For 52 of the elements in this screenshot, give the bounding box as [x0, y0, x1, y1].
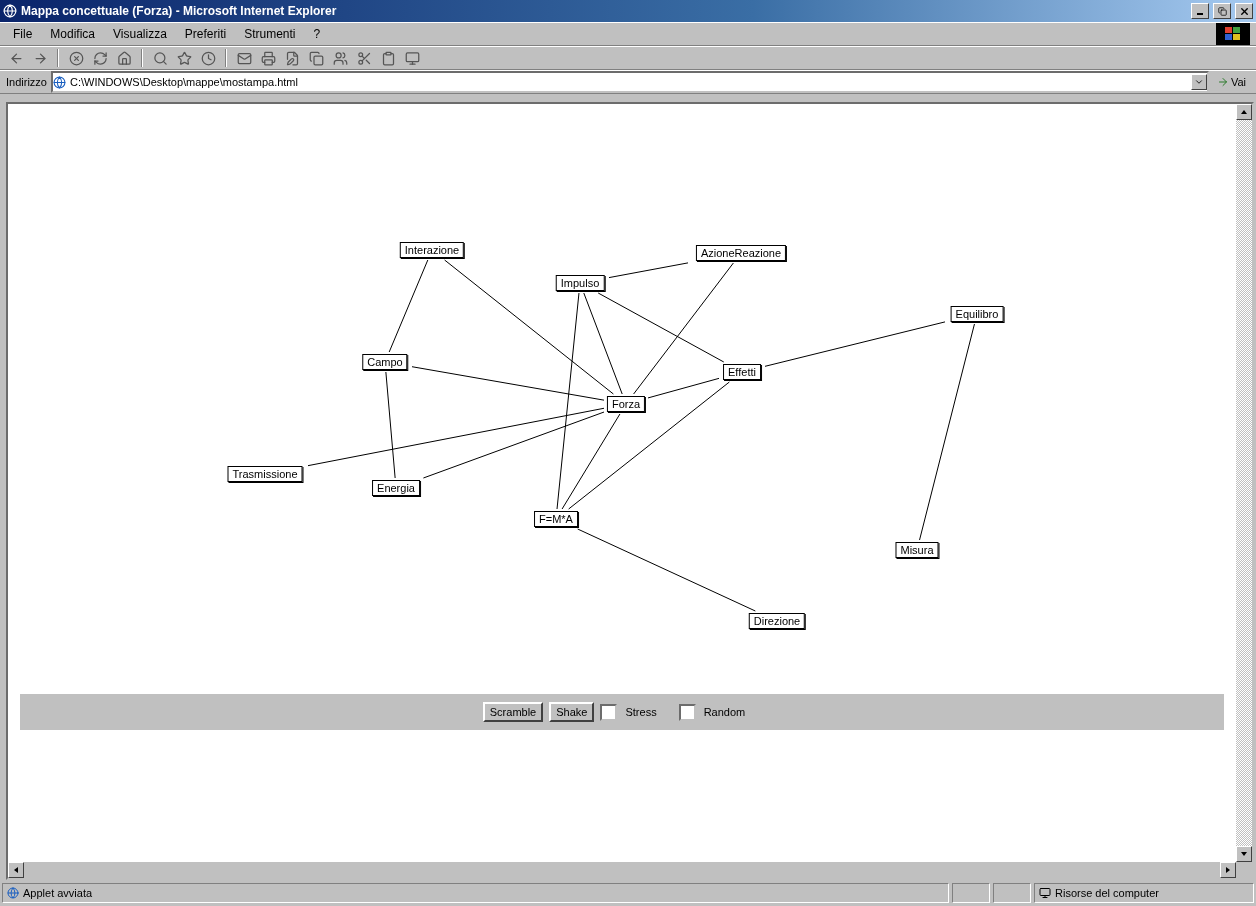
restore-button[interactable] — [1213, 3, 1231, 19]
status-zone: Risorse del computer — [1034, 883, 1254, 903]
menu-item[interactable]: ? — [306, 27, 328, 41]
browser-icon — [3, 4, 17, 18]
concept-node[interactable]: Misura — [895, 542, 939, 558]
window-title: Mappa concettuale (Forza) - Microsoft Internet Explorer — [21, 4, 338, 18]
status-panel — [993, 883, 1031, 903]
concept-node[interactable]: Trasmissione — [227, 466, 303, 482]
triangle-icon — [12, 866, 20, 874]
arrow-icon — [1216, 76, 1229, 88]
windows-logo — [1216, 23, 1250, 45]
go-button[interactable]: Vai — [1212, 76, 1250, 88]
menu-item[interactable]: Modifica — [43, 27, 103, 41]
page-icon — [52, 75, 66, 89]
concept-node[interactable]: AzioneReazione — [695, 245, 787, 261]
scroll-left-button[interactable] — [8, 862, 24, 878]
checkbox-label: Random — [703, 706, 746, 718]
restore-icon — [1217, 6, 1227, 16]
concept-node[interactable]: Direzione — [748, 613, 806, 629]
menu-item[interactable]: File — [6, 27, 40, 41]
close-icon — [1238, 5, 1250, 17]
checkbox[interactable] — [600, 703, 618, 721]
concept-node[interactable]: Interazione — [399, 242, 465, 258]
concept-node[interactable]: Effetti — [723, 364, 761, 380]
triangle-icon — [1240, 108, 1248, 116]
menu-item[interactable]: Strumenti — [237, 27, 303, 41]
menu-item[interactable]: Visualizza — [106, 27, 174, 41]
page-icon — [7, 887, 19, 899]
applet-button[interactable]: Shake — [549, 702, 595, 722]
computer-icon — [1039, 887, 1051, 899]
concept-node[interactable]: Forza — [606, 396, 646, 412]
caret-icon — [1193, 77, 1204, 87]
minimize-button[interactable] — [1191, 3, 1209, 19]
address-field[interactable]: C:\WINDOWS\Desktop\mappe\mostampa.html — [50, 71, 1209, 93]
status-panel — [952, 883, 990, 903]
concept-node[interactable]: Energia — [372, 480, 420, 496]
scroll-right-button[interactable] — [1220, 862, 1236, 878]
address-label: Indirizzo — [6, 76, 47, 88]
concept-node[interactable]: Campo — [362, 354, 408, 370]
close-button[interactable] — [1235, 3, 1253, 19]
status-message: Applet avviata — [2, 883, 949, 903]
scroll-down-button[interactable] — [1236, 846, 1252, 862]
menu-item[interactable]: Preferiti — [177, 27, 234, 41]
applet-button[interactable]: Scramble — [482, 702, 544, 722]
concept-node[interactable]: Impulso — [555, 275, 605, 291]
scroll-up-button[interactable] — [1236, 104, 1252, 120]
dropdown-button[interactable] — [1190, 74, 1207, 90]
checkbox-label: Stress — [625, 706, 657, 718]
checkbox[interactable] — [678, 703, 696, 721]
concept-node[interactable]: F=M*A — [534, 511, 578, 527]
vertical-scrollbar[interactable] — [1236, 104, 1252, 862]
concept-node[interactable]: Equilibro — [950, 306, 1004, 322]
